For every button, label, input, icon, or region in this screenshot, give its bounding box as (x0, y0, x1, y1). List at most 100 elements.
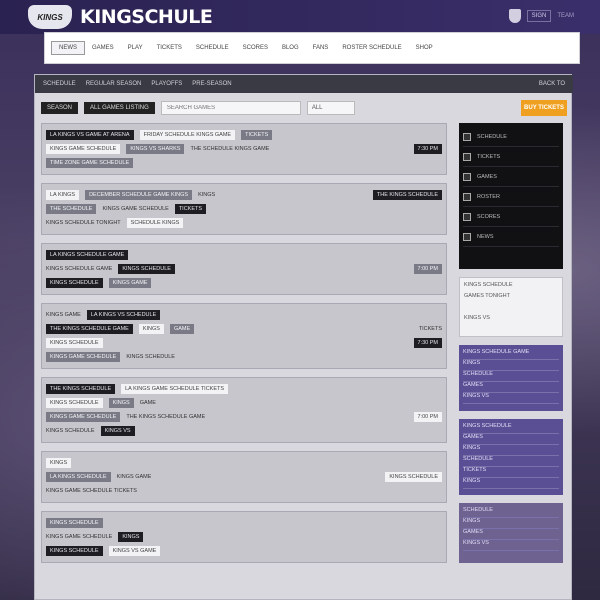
game-row[interactable]: KINGS GAME SCHEDULE KINGS VS SHARKS THE SC… (46, 143, 442, 155)
game-row[interactable]: KINGS GAME SCHEDULE KINGS SCHEDULE (46, 351, 442, 363)
crumb-playoffs[interactable]: PLAYOFFS (151, 81, 182, 87)
nav-item-shop[interactable]: SHOP (409, 42, 440, 54)
sidebar-promo-3: SCHEDULE KINGS GAMES KINGS VS (459, 503, 563, 563)
nav-item-play[interactable]: PLAY (121, 42, 150, 54)
game-row[interactable]: THE KINGS SCHEDULE LA KINGS GAME SCHEDULE… (46, 383, 442, 395)
games-filter[interactable]: ALL GAMES LISTING (84, 102, 155, 114)
sidebar-promo-line[interactable]: SCHEDULE (463, 371, 559, 382)
sidebar-promo-line[interactable]: SCHEDULE (463, 456, 559, 467)
sidebar-menu-item[interactable]: NEWS (463, 227, 559, 247)
sidebar-promo-line[interactable]: KINGS (463, 360, 559, 371)
game-row[interactable]: KINGS GAME SCHEDULE TICKETS (46, 485, 442, 497)
game-cell[interactable]: GAME (169, 324, 195, 334)
game-cell: KINGS GAME (46, 312, 81, 318)
sidebar-info-line[interactable]: KINGS VS (464, 315, 558, 326)
sidebar-promo-line[interactable]: GAMES (463, 529, 559, 540)
game-cell[interactable]: LA KINGS SCHEDULE GAME (46, 250, 129, 260)
game-row[interactable]: KINGS SCHEDULE 7:30 PM (46, 337, 442, 349)
game-cell: LA KINGS GAME SCHEDULE TICKETS (121, 384, 229, 394)
game-cell[interactable]: TICKETS (174, 204, 207, 214)
game-cell: KINGS GAME SCHEDULE (46, 144, 121, 154)
game-cell: TIME ZONE GAME SCHEDULE (46, 158, 134, 168)
nav-item-news[interactable]: NEWS (51, 41, 85, 55)
game-row[interactable]: KINGS GAME LA KINGS VS SCHEDULE (46, 309, 442, 321)
game-row[interactable]: TIME ZONE GAME SCHEDULE (46, 157, 442, 169)
game-row[interactable]: LA KINGS SCHEDULE KINGS GAME KINGS SCHEDUL… (46, 471, 442, 483)
game-cell[interactable]: SCHEDULE KINGS (126, 218, 184, 228)
sidebar-promo-line[interactable]: SCHEDULE (463, 507, 559, 518)
kings-logo[interactable]: KINGS (28, 5, 72, 29)
sidebar-promo-line[interactable]: KINGS (463, 445, 559, 456)
game-cell: THE KINGS SCHEDULE GAME (126, 414, 206, 420)
game-cell[interactable]: TICKETS (241, 130, 273, 140)
crumb-schedule[interactable]: SCHEDULE (43, 81, 76, 87)
game-row[interactable]: KINGS SCHEDULE KINGS VS (46, 425, 442, 437)
crest-icon (508, 9, 521, 23)
game-cell: 7:30 PM (413, 144, 442, 154)
team-link[interactable]: TEAM (557, 13, 574, 19)
sidebar-promo-line[interactable]: KINGS SCHEDULE GAME (463, 349, 559, 360)
nav-item-roster-schedule[interactable]: ROSTER SCHEDULE (335, 42, 408, 54)
sign-in-link[interactable]: SIGN (526, 10, 552, 22)
game-cell: 7:30 PM (413, 338, 442, 348)
game-cell[interactable]: THE SCHEDULE KINGS GAME (190, 146, 269, 152)
buy-tickets-button[interactable]: BUY TICKETS (521, 100, 567, 116)
nav-item-games[interactable]: GAMES (85, 42, 121, 54)
sidebar-promo-line[interactable]: KINGS (463, 478, 559, 489)
game-cell[interactable]: GAME (140, 400, 156, 406)
game-row[interactable]: LA KINGS SCHEDULE GAME (46, 249, 442, 261)
game-cell[interactable]: KINGS GAME (108, 278, 152, 288)
game-row[interactable]: KINGS SCHEDULE KINGS VS GAME (46, 545, 442, 557)
game-cell: KINGS GAME SCHEDULE (46, 534, 113, 540)
sidebar-menu-item[interactable]: GAMES (463, 167, 559, 187)
season-filter[interactable]: SEASON (41, 102, 79, 114)
nav-item-scores[interactable]: SCORES (236, 42, 275, 54)
search-input[interactable] (160, 101, 301, 115)
site-header: KINGS KINGSCHULE SIGN TEAM (0, 0, 600, 34)
game-cell: 7:00 PM (413, 264, 443, 274)
game-cell[interactable]: KINGS (198, 192, 215, 198)
game-block: LA KINGS VS GAME AT ARENA FRIDAY SCHEDULE… (41, 123, 447, 175)
game-cell: THE KINGS SCHEDULE (46, 384, 116, 394)
game-row[interactable]: LA KINGS VS GAME AT ARENA FRIDAY SCHEDULE… (46, 129, 442, 141)
crumb-regular-season[interactable]: REGULAR SEASON (86, 81, 142, 87)
sidebar-info-line[interactable]: KINGS SCHEDULE (464, 282, 558, 293)
sidebar-info-line[interactable] (464, 304, 558, 315)
game-row[interactable]: KINGS SCHEDULE (46, 517, 442, 529)
sidebar-menu-label: GAMES (477, 173, 497, 180)
sidebar-promo-line[interactable]: KINGS VS (463, 393, 559, 404)
sidebar-menu-item[interactable]: SCORES (463, 207, 559, 227)
game-row[interactable]: KINGS SCHEDULE GAME KINGS SCHEDULE 7:00 PM (46, 263, 443, 275)
sidebar-promo-line[interactable]: KINGS (463, 518, 559, 529)
sidebar-promo-line[interactable]: GAMES (463, 382, 559, 393)
sidebar-menu-item[interactable]: SCHEDULE (463, 127, 559, 147)
back-link[interactable]: BACK TO (539, 81, 565, 87)
game-row[interactable]: KINGS GAME SCHEDULE THE KINGS SCHEDULE GA… (46, 411, 443, 423)
game-row[interactable]: LA KINGS DECEMBER SCHEDULE GAME KINGS KING… (46, 189, 442, 201)
square-icon (463, 232, 471, 241)
game-row[interactable]: KINGS SCHEDULE KINGS GAME (46, 277, 442, 289)
game-cell: KINGS SCHEDULE (46, 398, 103, 408)
nav-item-tickets[interactable]: TICKETS (150, 42, 189, 54)
sidebar-info-line[interactable]: GAMES TONIGHT (464, 293, 558, 304)
nav-item-blog[interactable]: BLOG (275, 42, 306, 54)
crumb-preseason[interactable]: PRE-SEASON (192, 81, 231, 87)
sidebar-menu-item[interactable]: TICKETS (463, 147, 559, 167)
nav-item-fans[interactable]: FANS (306, 42, 336, 54)
game-row[interactable]: KINGS GAME SCHEDULE KINGS (46, 531, 442, 543)
game-row[interactable]: THE SCHEDULE KINGS GAME SCHEDULE TICKETS (46, 203, 442, 215)
game-row[interactable]: THE KINGS SCHEDULE GAME KINGS GAME TICKETS (46, 323, 442, 335)
sidebar-promo-line[interactable]: KINGS SCHEDULE (463, 423, 559, 434)
sidebar-menu-item[interactable]: ROSTER (463, 187, 559, 207)
brand-title: KINGSCHULE (80, 6, 213, 28)
game-row[interactable]: KINGS (46, 457, 442, 469)
sidebar-menu-label: SCORES (477, 213, 501, 220)
sidebar-promo-line[interactable]: GAMES (463, 434, 559, 445)
game-row[interactable]: KINGS SCHEDULE TONIGHT SCHEDULE KINGS (46, 217, 442, 229)
game-row[interactable]: KINGS SCHEDULE KINGS GAME (46, 397, 442, 409)
sidebar-promo-line[interactable]: KINGS VS (463, 540, 559, 551)
nav-item-schedule[interactable]: SCHEDULE (189, 42, 236, 54)
square-icon (463, 212, 471, 221)
filter-select[interactable]: ALL (306, 101, 355, 115)
sidebar-promo-line[interactable]: TICKETS (463, 467, 559, 478)
